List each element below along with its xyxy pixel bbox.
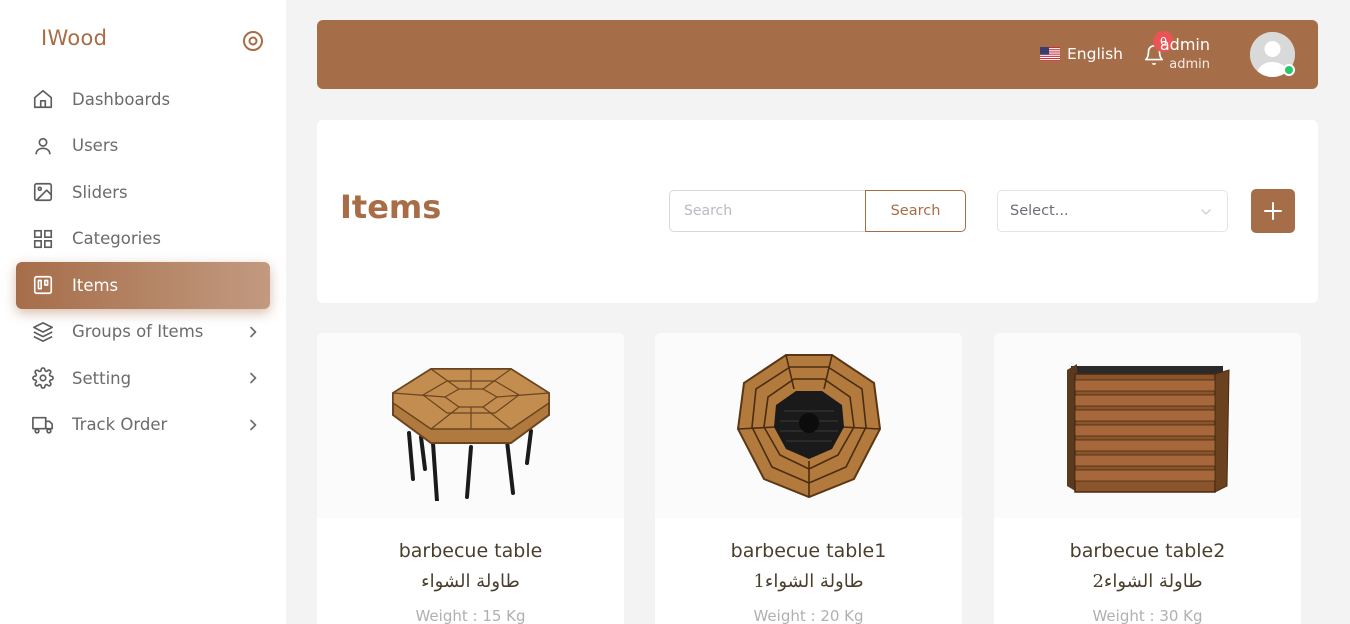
item-card[interactable]: barbecue table1 طاولة الشواء1 Weight : 2… — [655, 333, 962, 624]
item-image — [317, 333, 624, 518]
collapse-sidebar-icon[interactable] — [242, 30, 264, 52]
planter-box-image — [1066, 363, 1230, 493]
sidebar-item-items[interactable]: Items — [16, 262, 270, 309]
plus-icon — [1264, 202, 1282, 220]
add-item-button[interactable] — [1251, 189, 1295, 233]
category-select[interactable]: Select... — [997, 190, 1228, 232]
items-filter-card: Items Search Select... — [317, 120, 1318, 303]
language-dropdown[interactable]: English — [1040, 45, 1123, 63]
sidebar-item-sliders[interactable]: Sliders — [16, 169, 270, 216]
user-name[interactable]: admin — [1160, 35, 1210, 54]
us-flag-icon — [1040, 47, 1060, 61]
sidebar-item-label: Track Order — [72, 415, 168, 435]
top-navbar: English 0 admin admin — [317, 20, 1318, 89]
item-card[interactable]: barbecue table طاولة الشواء Weight : 15 … — [317, 333, 624, 624]
trello-icon — [32, 274, 54, 296]
sidebar-item-label: Users — [72, 136, 119, 156]
user-role: admin — [1169, 57, 1210, 72]
item-name-arabic: طاولة الشواء1 — [753, 571, 864, 592]
sidebar-item-categories[interactable]: Categories — [16, 216, 270, 263]
user-icon — [32, 135, 54, 157]
online-status-dot — [1283, 64, 1295, 76]
item-weight: Weight : 15 Kg — [415, 607, 526, 624]
sidebar-item-users[interactable]: Users — [16, 123, 270, 170]
chevron-right-icon — [250, 372, 257, 384]
sidebar-nav: Dashboards Users Sliders Categories Item… — [16, 76, 270, 448]
item-weight: Weight : 20 Kg — [753, 607, 864, 624]
settings-icon — [32, 367, 54, 390]
sidebar: IWood Dashboards Users Sliders Categorie… — [0, 0, 286, 624]
item-card[interactable]: barbecue table2 طاولة الشواء2 Weight : 3… — [994, 333, 1301, 624]
chevron-right-icon — [250, 419, 257, 431]
sidebar-item-label: Setting — [72, 368, 132, 388]
item-name: barbecue table2 — [1069, 540, 1226, 562]
sidebar-item-track-order[interactable]: Track Order — [16, 402, 270, 449]
chevron-down-icon — [1201, 209, 1211, 215]
sidebar-item-setting[interactable]: Setting — [16, 355, 270, 402]
chevron-right-icon — [250, 326, 257, 338]
sidebar-item-label: Dashboards — [72, 89, 171, 109]
truck-icon — [32, 414, 54, 436]
search-input[interactable] — [669, 190, 866, 232]
octagon-table-image — [391, 367, 550, 501]
sidebar-item-dashboards[interactable]: Dashboards — [16, 76, 270, 123]
item-weight: Weight : 30 Kg — [1092, 607, 1203, 624]
sidebar-item-label: Groups of Items — [72, 322, 204, 342]
image-icon — [32, 181, 54, 203]
home-icon — [32, 88, 54, 110]
sidebar-item-label: Items — [72, 275, 119, 295]
sidebar-item-groups-of-items[interactable]: Groups of Items — [16, 309, 270, 356]
item-image — [994, 333, 1301, 518]
search-button[interactable]: Search — [865, 190, 966, 232]
page-title: Items — [340, 188, 442, 226]
language-label: English — [1067, 45, 1123, 63]
item-name: barbecue table1 — [730, 540, 887, 562]
sidebar-item-label: Categories — [72, 229, 161, 249]
select-placeholder: Select... — [1010, 203, 1069, 219]
item-image — [655, 333, 962, 518]
layers-icon — [32, 321, 54, 343]
sidebar-item-label: Sliders — [72, 182, 128, 202]
brand-logo[interactable]: IWood — [41, 26, 107, 50]
octagon-grill-table-image — [736, 353, 881, 498]
grid-icon — [32, 228, 54, 250]
item-name: barbecue table — [398, 540, 543, 562]
item-name-arabic: طاولة الشواء — [421, 571, 520, 592]
item-name-arabic: طاولة الشواء2 — [1092, 571, 1203, 592]
